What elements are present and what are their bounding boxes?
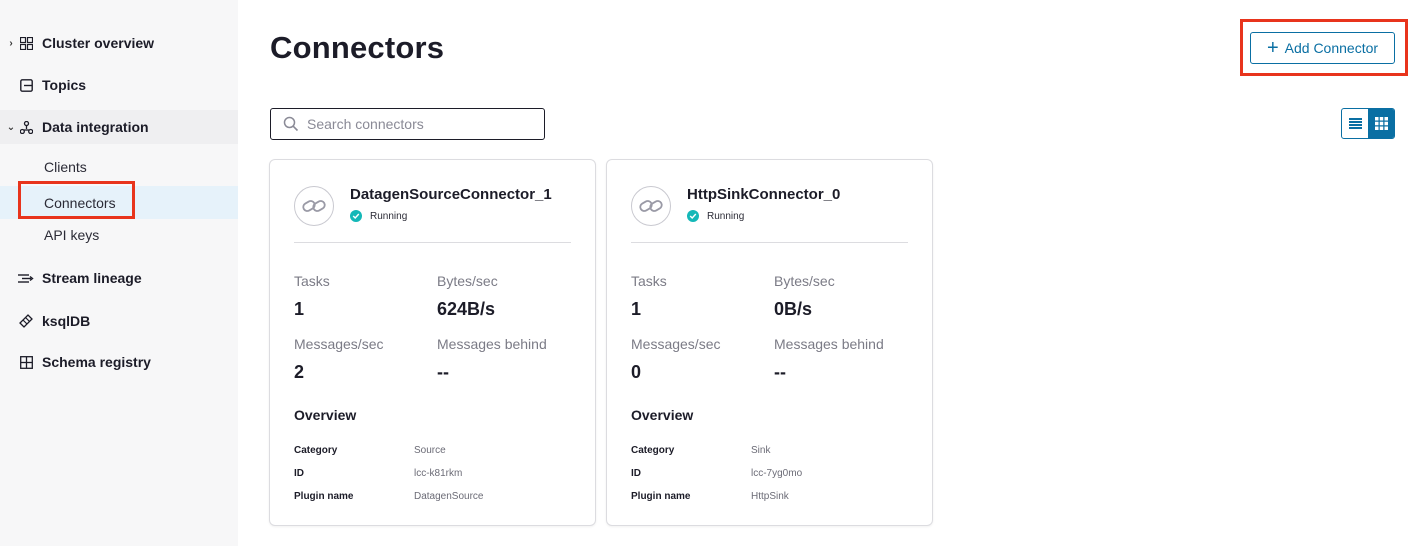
- chevron-right-icon: ›: [9, 37, 13, 49]
- search-icon: [283, 116, 299, 132]
- behind-label: Messages behind: [774, 336, 884, 352]
- topics-icon: [18, 77, 34, 93]
- tasks-value: 1: [631, 299, 642, 319]
- behind-label: Messages behind: [437, 336, 547, 352]
- connector-name[interactable]: DatagenSourceConnector_1: [350, 186, 552, 203]
- sidebar-item-label: ksqlDB: [42, 313, 91, 329]
- category-label: Category: [294, 445, 338, 456]
- sidebar-item-topics[interactable]: Topics: [0, 75, 238, 95]
- plugin-label: Plugin name: [631, 491, 691, 502]
- id-value: lcc-k81rkm: [414, 468, 463, 479]
- messages-value: 0: [631, 362, 642, 382]
- grid-icon: [18, 35, 34, 51]
- category-value: Source: [414, 445, 446, 456]
- tasks-label: Tasks: [631, 273, 667, 289]
- check-circle-icon: [687, 210, 699, 222]
- sidebar-item-label: Topics: [42, 77, 87, 93]
- sidebar-item-cluster-overview[interactable]: › Cluster overview: [0, 33, 238, 53]
- messages-label: Messages/sec: [294, 336, 384, 352]
- connector-name[interactable]: HttpSinkConnector_0: [687, 186, 840, 203]
- behind-value: --: [437, 362, 449, 382]
- sidebar-item-ksqldb[interactable]: ksqlDB: [0, 311, 238, 331]
- ksqldb-icon: [18, 313, 34, 329]
- sidebar-item-data-integration[interactable]: ⌄ Data integration: [0, 110, 238, 144]
- stream-lineage-icon: [18, 270, 34, 286]
- tasks-label: Tasks: [294, 273, 330, 289]
- sidebar-item-label: Schema registry: [42, 354, 151, 370]
- sidebar-item-clients[interactable]: Clients: [0, 159, 238, 179]
- sidebar-item-label: Data integration: [42, 119, 149, 135]
- id-label: ID: [631, 468, 641, 479]
- grid-view-icon[interactable]: [1368, 109, 1394, 138]
- data-integration-icon: [18, 119, 34, 135]
- messages-value: 2: [294, 362, 305, 382]
- sidebar-item-label: Cluster overview: [42, 35, 155, 51]
- category-label: Category: [631, 445, 675, 456]
- plugin-value: HttpSink: [751, 491, 789, 502]
- bytes-label: Bytes/sec: [774, 273, 835, 289]
- bytes-value: 0B/s: [774, 299, 813, 319]
- chevron-down-icon: ⌄: [6, 121, 16, 133]
- page-title: Connectors: [270, 30, 445, 65]
- check-circle-icon: [350, 210, 362, 222]
- connector-card[interactable]: HttpSinkConnector_0 Running Tasks 1 Byte…: [606, 159, 933, 526]
- sidebar-subitem-label: API keys: [44, 227, 100, 243]
- overview-heading: Overview: [294, 407, 357, 423]
- status-text: Running: [370, 210, 408, 222]
- status-badge: Running: [350, 210, 407, 222]
- overview-heading: Overview: [631, 407, 694, 423]
- plugin-value: DatagenSource: [414, 491, 484, 502]
- view-toggle: [1341, 108, 1395, 139]
- id-value: lcc-7yg0mo: [751, 468, 803, 479]
- connector-logo-icon: [631, 186, 671, 226]
- search-input[interactable]: [307, 116, 537, 132]
- behind-value: --: [774, 362, 786, 382]
- bytes-value: 624B/s: [437, 299, 496, 319]
- divider: [294, 242, 571, 243]
- connector-logo-icon: [294, 186, 334, 226]
- divider: [631, 242, 908, 243]
- category-value: Sink: [751, 445, 771, 456]
- sidebar-item-label: Stream lineage: [42, 270, 142, 286]
- bytes-label: Bytes/sec: [437, 273, 498, 289]
- sidebar-subitem-label: Clients: [44, 159, 87, 175]
- highlight-box-add-connector: [1240, 19, 1408, 76]
- plugin-label: Plugin name: [294, 491, 354, 502]
- id-label: ID: [294, 468, 304, 479]
- status-text: Running: [707, 210, 745, 222]
- connector-card[interactable]: DatagenSourceConnector_1 Running Tasks 1…: [269, 159, 596, 526]
- schema-registry-icon: [18, 354, 34, 370]
- sidebar-item-schema-registry[interactable]: Schema registry: [0, 352, 238, 372]
- status-badge: Running: [687, 210, 744, 222]
- messages-label: Messages/sec: [631, 336, 721, 352]
- sidebar-item-api-keys[interactable]: API keys: [0, 227, 238, 247]
- tasks-value: 1: [294, 299, 305, 319]
- search-box[interactable]: [270, 108, 545, 140]
- list-view-icon[interactable]: [1342, 109, 1368, 138]
- highlight-box-connectors: [18, 181, 135, 219]
- sidebar-item-stream-lineage[interactable]: Stream lineage: [0, 268, 238, 288]
- sidebar: › Cluster overview Topics ⌄ Data integra…: [0, 0, 238, 546]
